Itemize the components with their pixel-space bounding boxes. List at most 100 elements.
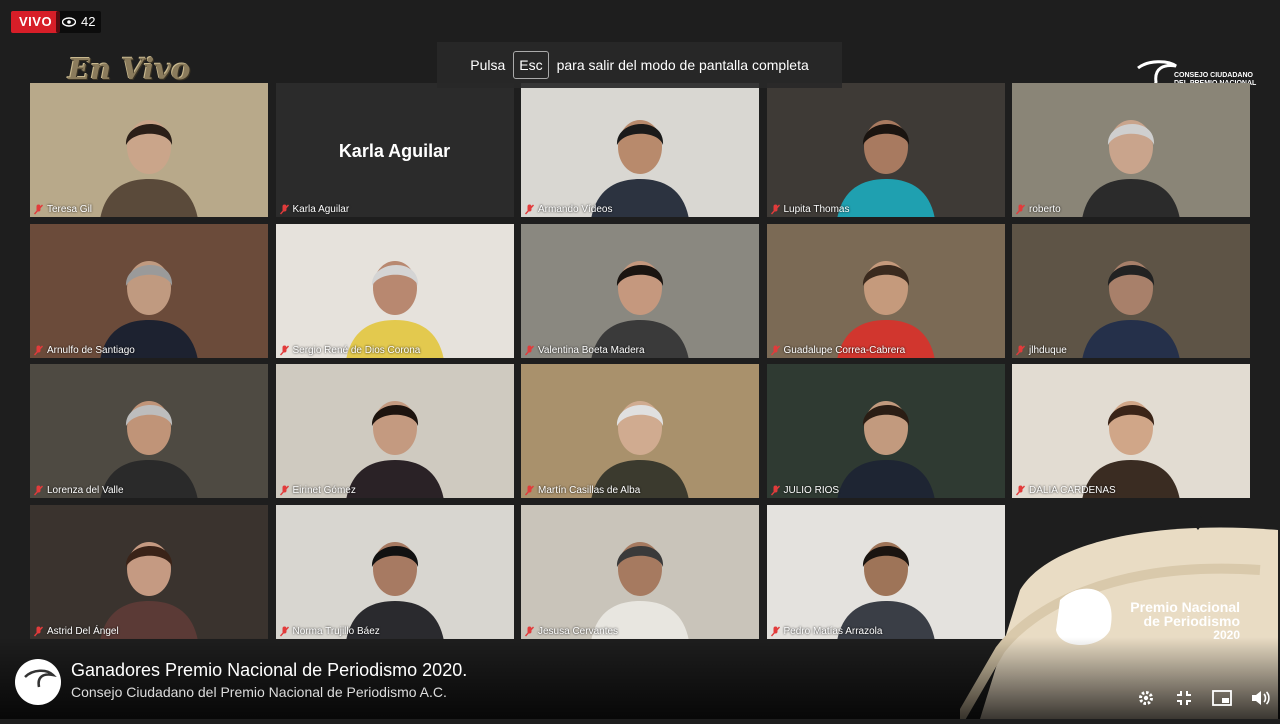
participant-name: roberto	[1029, 204, 1061, 215]
participant-silhouette	[1082, 120, 1180, 217]
player-controls	[1136, 688, 1270, 708]
muted-mic-icon	[279, 345, 289, 356]
participant-name: Lorenza del Valle	[47, 485, 124, 497]
participant-silhouette	[1082, 260, 1180, 358]
participant-name-label: jlhduque	[1016, 345, 1067, 356]
participant-name-label: roberto	[1016, 204, 1061, 215]
participant-tile[interactable]: roberto	[1012, 83, 1250, 217]
volume-icon	[1252, 691, 1270, 705]
volume-button[interactable]	[1250, 688, 1270, 708]
participant-tile[interactable]: Karla Aguilar Karla Aguilar	[275, 83, 514, 217]
participant-name-label: Astrid Del Ángel	[34, 626, 119, 637]
participant-tile[interactable]: Lorenza del Valle	[30, 364, 268, 499]
participant-silhouette	[345, 260, 444, 358]
participant-name-label: Sergio René de Dios Corona	[279, 344, 421, 356]
participant-silhouette	[836, 260, 935, 358]
participant-name: Lupita Thomas	[783, 204, 850, 215]
exit-fullscreen-button[interactable]	[1174, 688, 1194, 708]
participant-name-label: Karla Aguilar	[279, 204, 350, 215]
participant-name-label: Eirinet Gómez	[279, 485, 356, 497]
participant-name: Teresa Gil	[47, 204, 93, 215]
participant-name-label: Teresa Gil	[34, 204, 92, 215]
participant-name: Eirinet Gómez	[292, 485, 356, 497]
viewer-count: 42	[56, 11, 102, 33]
participant-tile[interactable]: Martín Casillas de Alba	[521, 364, 759, 499]
channel-name[interactable]: Consejo Ciudadano del Premio Nacional de…	[71, 684, 447, 700]
participant-silhouette	[591, 401, 689, 499]
participant-name: Martín Casillas de Alba	[538, 485, 641, 497]
participant-name-label: Norma Trujillo Báez	[279, 625, 380, 637]
participant-name: Karla Aguilar	[292, 204, 350, 215]
participant-silhouette	[591, 541, 689, 639]
participant-name: jlhduque	[1029, 344, 1067, 356]
channel-avatar[interactable]	[15, 659, 61, 705]
pip-button[interactable]	[1212, 688, 1232, 708]
participant-tile[interactable]: Astrid Del Ángel	[30, 504, 268, 639]
live-badge: VIVO	[11, 11, 61, 33]
muted-mic-icon	[279, 626, 289, 637]
participant-tile[interactable]: Guadalupe Correa-Cabrera	[766, 223, 1005, 358]
exit-fullscreen-icon	[1177, 691, 1191, 705]
participant-silhouette	[591, 260, 689, 358]
participant-tile[interactable]: DALIA CARDENAS	[1012, 364, 1250, 499]
muted-mic-icon	[525, 345, 534, 356]
muted-mic-icon	[525, 204, 534, 215]
participant-name: Pedro Matías Arrazola	[783, 625, 883, 637]
participant-name-label: Lupita Thomas	[770, 204, 850, 215]
participant-tile[interactable]: JULIO RIOS	[766, 364, 1005, 499]
settings-button[interactable]	[1136, 688, 1156, 708]
participant-name: Norma Trujillo Báez	[292, 625, 380, 637]
participant-name: Armando Vídeos	[538, 204, 613, 215]
muted-mic-icon	[1016, 204, 1025, 215]
participant-silhouette	[591, 120, 689, 217]
participant-name-label: Guadalupe Correa-Cabrera	[770, 344, 906, 356]
participant-name-label: Pedro Matías Arrazola	[770, 625, 883, 637]
gear-icon	[1139, 691, 1153, 705]
participant-silhouette	[345, 401, 444, 499]
participant-silhouette	[836, 120, 935, 217]
muted-mic-icon	[770, 485, 780, 496]
participant-tile[interactable]: Eirinet Gómez	[275, 364, 514, 499]
muted-mic-icon	[34, 204, 43, 215]
participant-silhouette	[345, 541, 444, 639]
participant-tile[interactable]: Sergio René de Dios Corona	[275, 223, 514, 358]
muted-mic-icon	[770, 626, 780, 637]
muted-mic-icon	[525, 626, 534, 637]
participant-name: Astrid Del Ángel	[47, 625, 119, 637]
muted-mic-icon	[34, 485, 43, 496]
participant-silhouette	[100, 120, 198, 217]
participant-tile[interactable]: Arnulfo de Santiago	[30, 223, 268, 358]
participant-tile[interactable]: Armando Vídeos	[521, 83, 759, 217]
participant-name-label: Martín Casillas de Alba	[525, 485, 640, 496]
en-vivo-overlay: En Vivo	[68, 52, 191, 86]
participant-tile[interactable]: Valentina Boeta Madera	[521, 223, 759, 358]
participant-name-label: Jesusa Cervantes	[525, 626, 618, 637]
muted-mic-icon	[279, 485, 289, 496]
participant-name-label: Valentina Boeta Madera	[525, 345, 645, 356]
participant-tile[interactable]: Lupita Thomas	[766, 83, 1005, 217]
participant-silhouette	[100, 260, 198, 358]
muted-mic-icon	[1016, 485, 1025, 496]
muted-mic-icon	[279, 204, 289, 215]
muted-mic-icon	[770, 345, 780, 356]
muted-mic-icon	[770, 204, 780, 215]
muted-mic-icon	[34, 345, 43, 356]
viewer-count-value: 42	[81, 14, 96, 29]
muted-mic-icon	[525, 485, 534, 496]
participant-name-label: DALIA CARDENAS	[1016, 485, 1116, 496]
tip-after: para salir del modo de pantalla completa	[556, 57, 809, 73]
participant-tile[interactable]: Teresa Gil	[30, 83, 268, 217]
participant-name: JULIO RIOS	[783, 485, 840, 497]
participant-name: Sergio René de Dios Corona	[292, 344, 421, 356]
participant-tile[interactable]: jlhduque	[1012, 223, 1250, 358]
fullscreen-exit-tip: Pulsa Esc para salir del modo de pantall…	[437, 42, 842, 88]
participant-display-name: Karla Aguilar	[338, 141, 451, 161]
picture-in-picture-icon	[1212, 690, 1232, 706]
channel-logo-icon	[16, 660, 60, 704]
muted-mic-icon	[34, 626, 43, 637]
participant-name-label: Lorenza del Valle	[34, 485, 124, 496]
participant-tile[interactable]: Jesusa Cervantes	[521, 504, 759, 639]
participant-name: Guadalupe Correa-Cabrera	[783, 344, 906, 356]
participant-tile[interactable]: Norma Trujillo Báez	[275, 504, 514, 639]
muted-mic-icon	[1016, 345, 1025, 356]
